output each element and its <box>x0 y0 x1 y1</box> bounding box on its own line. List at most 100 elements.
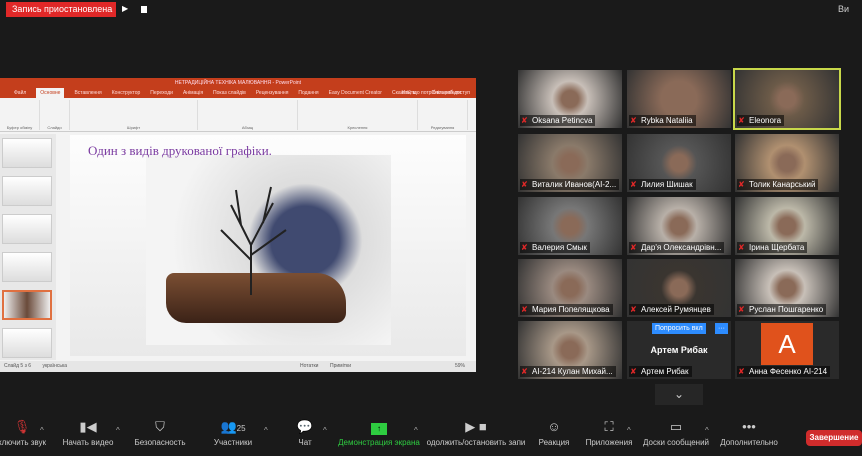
label: Дополнительно <box>720 438 778 447</box>
more-button[interactable]: ••• Дополнительно <box>716 416 782 447</box>
label: Начать видео <box>62 438 114 447</box>
reaction-icon: ☺ <box>547 419 561 434</box>
participants-caret[interactable]: ^ <box>264 426 268 435</box>
notes-button[interactable]: Нотатки <box>300 361 318 372</box>
start-video-button[interactable]: ▮◀ Начать видео <box>58 416 118 447</box>
label: одолжить/остановить запи <box>426 438 526 447</box>
participant-name: Oksana Petincva <box>520 115 596 126</box>
slide-title: Один з видів друкованої графіки. <box>88 143 272 158</box>
ribbon-tab[interactable]: Файл <box>14 88 26 98</box>
participant-tile[interactable]: ✘ Виталик Иванов(АІ-2... <box>518 134 622 192</box>
zoom-level[interactable]: 59% <box>455 361 465 372</box>
group-label: Креслення <box>347 125 368 130</box>
participant-tile[interactable]: ✘ Лилия Шишак <box>627 134 731 192</box>
participant-tile[interactable]: Попросить вкл ··· Артем Рибак ✘ Артем Рибак <box>627 321 731 379</box>
share-screen-button[interactable]: ↑ Демонстрация экрана <box>336 416 422 447</box>
whiteboard-icon: ▭ <box>669 419 683 434</box>
status-bar: Слайд 5 з 6 українська Нотатки Примітки … <box>0 361 476 372</box>
chat-button[interactable]: 💬 Чат <box>285 416 325 447</box>
muted-mic-icon: ✘ <box>521 243 528 252</box>
ribbon-tab[interactable]: Переходи <box>150 88 173 98</box>
muted-mic-icon: ✘ <box>738 305 745 314</box>
slide-thumbnail[interactable] <box>2 138 52 168</box>
participant-name: Мария Попелящкова <box>520 304 613 315</box>
comments-button[interactable]: Примітки <box>330 361 351 372</box>
stop-recording-icon[interactable] <box>141 6 147 13</box>
participant-name: АІ-214 Кулан Михай... <box>520 366 616 377</box>
participant-name: Толик Канарський <box>737 179 819 190</box>
slide-thumbnail[interactable] <box>2 328 52 358</box>
ribbon-tab[interactable]: Подання <box>298 88 318 98</box>
recording-status: Запись приостановлена <box>6 2 116 17</box>
label: Реакция <box>538 438 570 447</box>
next-page-button[interactable]: ⌄ <box>655 384 703 405</box>
whiteboards-caret[interactable]: ^ <box>705 426 709 435</box>
end-meeting-button[interactable]: Завершение <box>806 430 862 446</box>
participant-tile[interactable]: ✘ Алексей Румянцев <box>627 259 731 317</box>
label: Безопасность <box>134 438 186 447</box>
ribbon-tab[interactable]: Конструктор <box>112 88 141 98</box>
participant-name: Лилия Шишак <box>629 179 696 190</box>
chat-icon: 💬 <box>296 419 314 434</box>
ribbon-tab[interactable]: Рецензування <box>256 88 289 98</box>
powerpoint-title: НЕТРАДИЦІЙНА ТЕХНІКА МАЛЮВАННЯ - PowerPo… <box>0 78 476 88</box>
language: українська <box>42 363 68 369</box>
muted-mic-icon: ✘ <box>630 243 637 252</box>
participant-tile[interactable]: ✘ АІ-214 Кулан Михай... <box>518 321 622 379</box>
slide-thumbnail-selected[interactable] <box>2 290 52 320</box>
slide-thumbnail[interactable] <box>2 214 52 244</box>
ribbon-tab[interactable]: Easy Document Creator <box>329 88 382 98</box>
label: Доски сообщений <box>642 438 709 447</box>
security-button[interactable]: ⛉ Безопасность <box>130 416 190 447</box>
muted-mic-icon: ✘ <box>738 367 745 376</box>
muted-mic-icon: ✘ <box>521 305 528 314</box>
slide-thumbnail[interactable] <box>2 176 52 206</box>
participant-tile[interactable]: ✘ Руслан Пошгаренко <box>735 259 839 317</box>
label: Демонстрация экрана <box>338 438 420 447</box>
muted-mic-icon: ✘ <box>738 243 745 252</box>
group-label: Абзац <box>241 125 254 130</box>
participants-icon: 👥25 <box>220 419 246 434</box>
share-caret[interactable]: ^ <box>414 426 418 435</box>
ribbon-tab[interactable]: Вставлення <box>74 88 101 98</box>
participant-name: Rybka Nataliia <box>629 115 696 126</box>
ribbon-tab[interactable]: Основне <box>36 88 65 98</box>
participants-button[interactable]: 👥25 Участники <box>205 416 261 447</box>
record-button[interactable]: ▶ ■ одолжить/остановить запи <box>424 416 528 447</box>
participant-tile[interactable]: ✘ Толик Канарський <box>735 134 839 192</box>
participant-name: Руслан Пошгаренко <box>737 304 827 315</box>
participant-tile[interactable]: ✘ Eleonora <box>733 68 841 130</box>
video-off-icon: ▮◀ <box>79 419 97 434</box>
participant-tile[interactable]: ✘ Rybka Nataliia <box>627 70 731 128</box>
tree-artwork <box>146 155 391 345</box>
label: Приложения <box>585 438 633 447</box>
apps-caret[interactable]: ^ <box>627 426 631 435</box>
participant-name: Ірина Щербата <box>737 242 808 253</box>
group-label: Слайди <box>47 125 62 130</box>
participant-tile[interactable]: ✘ Валерия Смык <box>518 197 622 255</box>
participant-name: Дар'я Олександрівн... <box>629 242 725 253</box>
participant-tile[interactable]: A ✘ Анна Фесенко АІ-214 <box>735 321 839 379</box>
video-options-caret[interactable]: ^ <box>116 426 120 435</box>
participant-name: Валерия Смык <box>520 242 590 253</box>
resume-recording-icon[interactable]: ▶ <box>122 4 128 13</box>
ribbon-tab[interactable]: Анімація <box>183 88 203 98</box>
participant-tile[interactable]: ✘ Ірина Щербата <box>735 197 839 255</box>
ask-to-unmute-button[interactable]: Попросить вкл <box>652 323 706 334</box>
chat-caret[interactable]: ^ <box>323 426 327 435</box>
audio-options-caret[interactable]: ^ <box>40 426 44 435</box>
participant-tile[interactable]: ✘ Oksana Petincva <box>518 70 622 128</box>
ribbon-tab[interactable]: Показ слайдів <box>213 88 246 98</box>
participant-tile[interactable]: ✘ Мария Попелящкова <box>518 259 622 317</box>
participant-tile[interactable]: ✘ Дар'я Олександрівн... <box>627 197 731 255</box>
view-button[interactable]: Ви <box>838 4 849 14</box>
shared-screen: НЕТРАДИЦІЙНА ТЕХНІКА МАЛЮВАННЯ - PowerPo… <box>0 78 476 372</box>
reactions-button[interactable]: ☺ Реакция <box>534 416 574 447</box>
sign-in[interactable]: Увійти <box>401 88 416 98</box>
participants-count: 25 <box>236 424 246 433</box>
share-access[interactable]: Спільний доступ <box>432 88 470 98</box>
more-options-button[interactable]: ··· <box>715 323 728 334</box>
slide-thumbnail[interactable] <box>2 252 52 282</box>
group-label: Редагування <box>430 125 455 130</box>
whiteboards-button[interactable]: ▭ Доски сообщений <box>640 416 712 447</box>
